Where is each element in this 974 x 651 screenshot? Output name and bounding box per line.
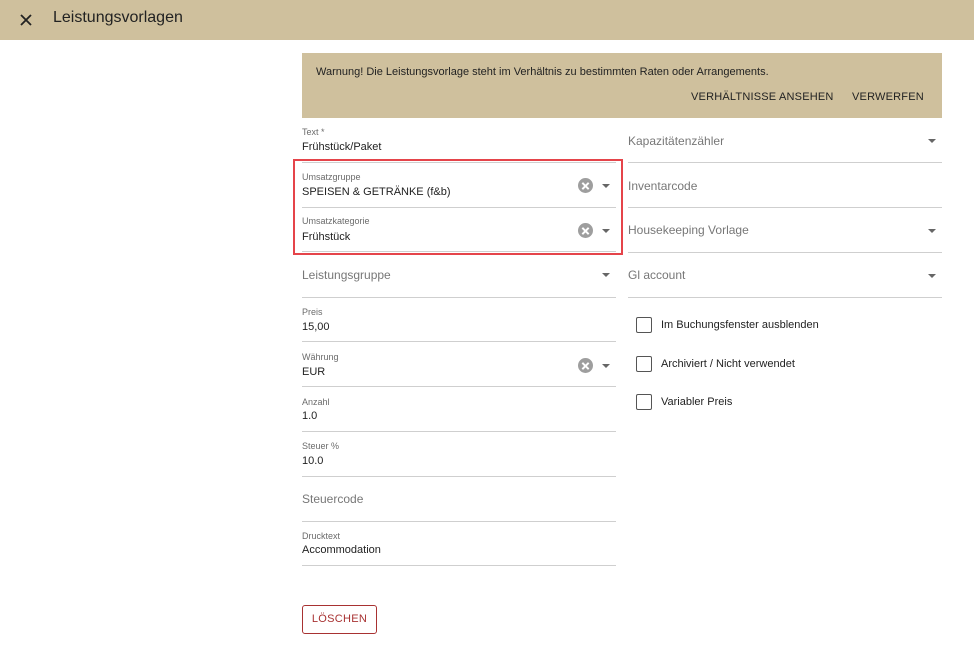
clear-icon[interactable]	[578, 358, 593, 373]
text-field-label: Text *	[302, 127, 325, 137]
waehrung-label: Währung	[302, 352, 339, 362]
drucktext-label: Drucktext	[302, 531, 341, 541]
steuer-label: Steuer %	[302, 441, 340, 451]
close-button[interactable]	[14, 8, 38, 32]
gl-account-placeholder: Gl account	[628, 268, 686, 282]
housekeeping-placeholder: Housekeeping Vorlage	[628, 223, 749, 237]
chevron-down-icon[interactable]	[602, 273, 610, 277]
steuer-value: 10.0	[302, 455, 324, 467]
drucktext-value: Accommodation	[302, 544, 381, 556]
steuer-field[interactable]: Steuer % 10.0	[302, 438, 616, 477]
waehrung-value: EUR	[302, 366, 326, 378]
chevron-down-icon[interactable]	[928, 229, 936, 233]
kapazitaet-placeholder: Kapazitätenzähler	[628, 134, 725, 148]
inventarcode-placeholder: Inventarcode	[628, 179, 698, 193]
inventarcode-field[interactable]: Inventarcode	[628, 170, 942, 208]
page-title: Leistungsvorlagen	[53, 9, 183, 26]
text-field-value: Frühstück/Paket	[302, 141, 382, 153]
checkbox-label: Im Buchungsfenster ausblenden	[661, 319, 819, 331]
kapazitaet-select[interactable]: Kapazitätenzähler	[628, 125, 942, 163]
close-icon	[20, 14, 32, 26]
anzahl-label: Anzahl	[302, 397, 330, 407]
chevron-down-icon[interactable]	[928, 274, 936, 278]
steuercode-field[interactable]: Steuercode	[302, 485, 616, 522]
warning-text: Warnung! Die Leistungsvorlage steht im V…	[316, 66, 769, 78]
chevron-down-icon[interactable]	[928, 139, 936, 143]
steuercode-placeholder: Steuercode	[302, 492, 364, 506]
preis-value: 15,00	[302, 321, 330, 333]
checkbox-box[interactable]	[636, 356, 652, 372]
delete-button[interactable]: LÖSCHEN	[302, 605, 377, 634]
checkbox-label: Variabler Preis	[661, 396, 733, 408]
gl-account-select[interactable]: Gl account	[628, 260, 942, 298]
text-field[interactable]: Text * Frühstück/Paket	[302, 125, 616, 163]
waehrung-select[interactable]: Währung EUR	[302, 349, 616, 387]
checkbox-label: Archiviert / Nicht verwendet	[661, 358, 795, 370]
highlight-box	[293, 159, 623, 255]
discard-button[interactable]: VERWERFEN	[852, 91, 924, 103]
anzahl-value: 1.0	[302, 410, 318, 422]
top-bar: Leistungsvorlagen	[0, 0, 974, 40]
housekeeping-select[interactable]: Housekeeping Vorlage	[628, 214, 942, 253]
warning-banner: Warnung! Die Leistungsvorlage steht im V…	[302, 53, 942, 118]
view-relations-button[interactable]: VERHÄLTNISSE ANSEHEN	[691, 91, 834, 103]
checkbox-box[interactable]	[636, 317, 652, 333]
leistungsgruppe-select[interactable]: Leistungsgruppe	[302, 262, 616, 298]
checkbox-box[interactable]	[636, 394, 652, 410]
anzahl-field[interactable]: Anzahl 1.0	[302, 394, 616, 432]
preis-field[interactable]: Preis 15,00	[302, 304, 616, 342]
chevron-down-icon[interactable]	[602, 364, 610, 368]
drucktext-field[interactable]: Drucktext Accommodation	[302, 528, 616, 566]
leistungsgruppe-placeholder: Leistungsgruppe	[302, 268, 391, 282]
preis-label: Preis	[302, 307, 323, 317]
